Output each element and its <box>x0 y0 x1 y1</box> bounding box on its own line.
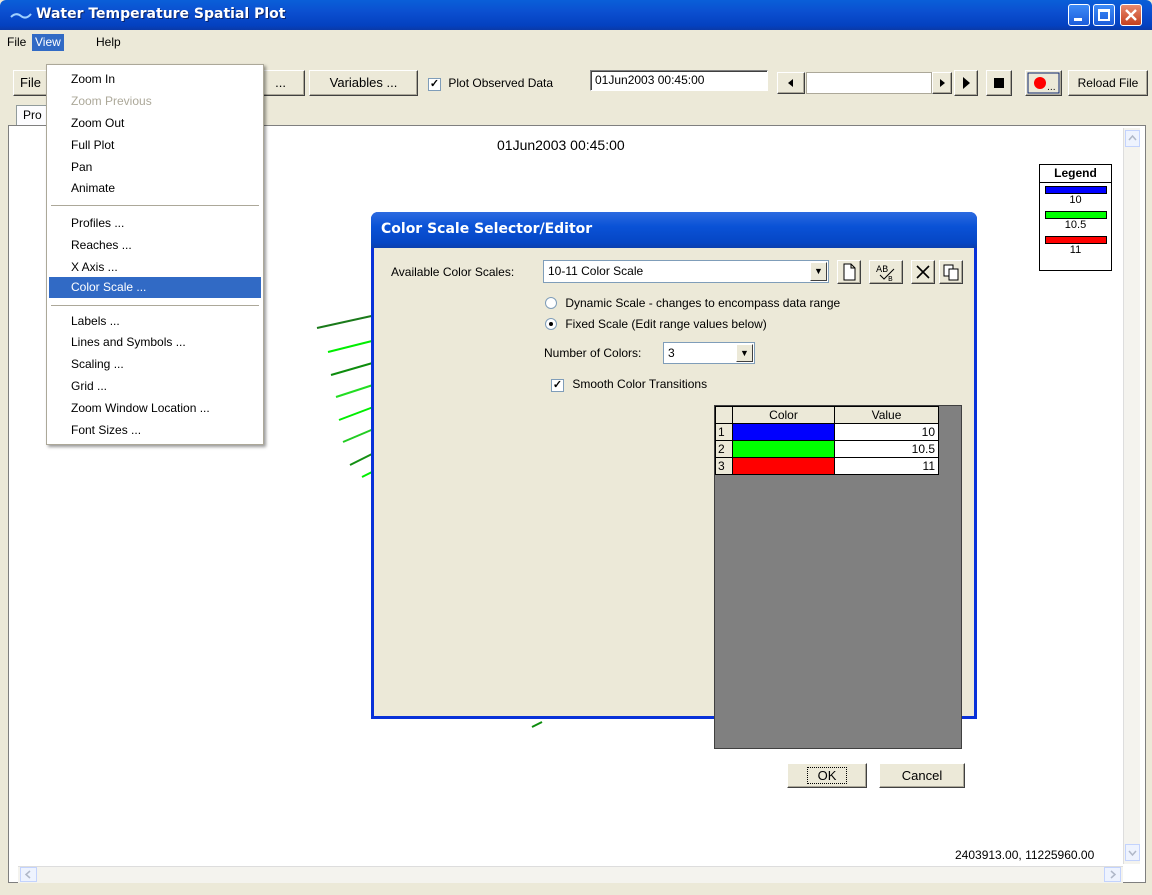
fixed-scale-label: Fixed Scale (Edit range values below) <box>565 317 767 331</box>
legend-value: 11 <box>1069 244 1082 256</box>
horizontal-scrollbar[interactable] <box>18 866 1123 883</box>
scroll-right-button[interactable] <box>1104 867 1121 882</box>
menu-item-color-scale[interactable]: Color Scale ... <box>49 277 261 298</box>
ok-label: OK <box>806 767 848 784</box>
chevron-down-icon: ▼ <box>736 344 753 362</box>
table-row: 1 10 <box>715 423 939 441</box>
color-value-table: Color Value 1 10 2 10.5 3 11 <box>715 406 939 475</box>
menu-item-profiles[interactable]: Profiles ... <box>49 213 261 234</box>
value-header: Value <box>834 406 939 424</box>
svg-text:AB: AB <box>876 265 888 275</box>
value-cell[interactable]: 10.5 <box>834 440 939 458</box>
menu-separator <box>51 305 259 306</box>
num-colors-value: 3 <box>668 346 675 360</box>
color-header: Color <box>732 406 835 424</box>
menu-item-scaling[interactable]: Scaling ... <box>49 354 261 375</box>
fixed-scale-radio[interactable]: Fixed Scale (Edit range values below) <box>545 317 767 331</box>
row-index: 2 <box>715 440 733 458</box>
cancel-button[interactable]: Cancel <box>879 763 965 788</box>
num-colors-label: Number of Colors: <box>544 346 642 360</box>
table-row: 3 11 <box>715 457 939 475</box>
menu-item-zoom-out[interactable]: Zoom Out <box>49 113 261 134</box>
chevron-left-icon <box>24 870 31 879</box>
smooth-transitions-checkbox[interactable]: ✓ Smooth Color Transitions <box>551 377 707 392</box>
profile-line <box>316 314 377 329</box>
menu-item-x-axis[interactable]: X Axis ... <box>49 257 261 278</box>
ok-button[interactable]: OK <box>787 763 867 788</box>
chevron-up-icon <box>1128 134 1137 141</box>
legend-entry: 11 <box>1040 236 1111 258</box>
smooth-check-icon: ✓ <box>551 379 564 392</box>
color-cell[interactable] <box>732 423 835 441</box>
chevron-right-icon <box>1110 870 1117 879</box>
new-scale-button[interactable] <box>837 260 861 284</box>
legend-swatch <box>1044 186 1107 194</box>
radio-icon <box>545 297 557 309</box>
scroll-left-button[interactable] <box>20 867 37 882</box>
menu-item-grid[interactable]: Grid ... <box>49 376 261 397</box>
svg-text:B: B <box>888 275 893 283</box>
copy-scale-button[interactable] <box>939 260 963 284</box>
dialog-title: Color Scale Selector/Editor <box>371 212 977 248</box>
cursor-coordinates: 2403913.00, 11225960.00 <box>955 848 1095 862</box>
available-scales-value: 10-11 Color Scale <box>548 264 644 278</box>
delete-x-icon <box>916 265 930 279</box>
rename-scale-button[interactable]: AB B <box>869 260 903 284</box>
color-cell[interactable] <box>732 457 835 475</box>
delete-scale-button[interactable] <box>911 260 935 284</box>
legend-value: 10 <box>1069 194 1082 206</box>
menu-item-pan[interactable]: Pan <box>49 157 261 178</box>
num-colors-select[interactable]: 3 ▼ <box>663 342 755 364</box>
scroll-down-button[interactable] <box>1125 844 1140 861</box>
view-menu-dropdown: Zoom In Zoom Previous Zoom Out Full Plot… <box>46 64 264 445</box>
table-header-row: Color Value <box>715 406 939 424</box>
menu-separator <box>51 205 259 206</box>
profile-line <box>531 721 543 728</box>
menu-item-lines-and-symbols[interactable]: Lines and Symbols ... <box>49 332 261 353</box>
profile-line <box>330 361 377 376</box>
chevron-down-icon: ▼ <box>810 262 827 281</box>
available-scales-select[interactable]: 10-11 Color Scale ▼ <box>543 260 829 283</box>
legend-swatch <box>1044 211 1107 219</box>
value-cell[interactable]: 10 <box>834 423 939 441</box>
color-table[interactable]: Color Value 1 10 2 10.5 3 11 <box>714 405 962 749</box>
available-scales-label: Available Color Scales: <box>391 265 515 279</box>
profile-line <box>335 383 377 398</box>
rename-icon: ABB <box>876 265 895 283</box>
table-row: 2 10.5 <box>715 440 939 458</box>
menu-item-labels[interactable]: Labels ... <box>49 311 261 332</box>
row-index: 1 <box>715 423 733 441</box>
row-index: 3 <box>715 457 733 475</box>
menu-item-zoom-previous: Zoom Previous <box>71 94 152 108</box>
radio-selected-icon <box>545 318 557 330</box>
profile-line <box>327 339 377 353</box>
legend-value: 10.5 <box>1064 219 1087 231</box>
cancel-label: Cancel <box>901 768 943 783</box>
legend-title: Legend <box>1040 165 1111 183</box>
scroll-up-button[interactable] <box>1125 130 1140 147</box>
new-document-icon <box>843 263 856 281</box>
smooth-transitions-label: Smooth Color Transitions <box>572 377 708 391</box>
legend: Legend 10 10.5 11 <box>1039 164 1112 271</box>
chevron-down-icon <box>1128 850 1137 857</box>
dynamic-scale-radio[interactable]: Dynamic Scale - changes to encompass dat… <box>545 296 840 310</box>
menu-item-animate[interactable]: Animate <box>49 178 261 199</box>
corner-cell <box>715 406 733 424</box>
copy-icon <box>943 264 959 281</box>
color-cell[interactable] <box>732 440 835 458</box>
value-cell[interactable]: 11 <box>834 457 939 475</box>
legend-entry: 10.5 <box>1040 211 1111 233</box>
menu-item-reaches[interactable]: Reaches ... <box>49 235 261 256</box>
plot-title: 01Jun2003 00:45:00 <box>497 137 625 153</box>
menu-item-full-plot[interactable]: Full Plot <box>49 135 261 156</box>
legend-swatch <box>1044 236 1107 244</box>
legend-entry: 10 <box>1040 186 1111 208</box>
vertical-scrollbar[interactable] <box>1123 128 1140 864</box>
dynamic-scale-label: Dynamic Scale - changes to encompass dat… <box>565 296 841 310</box>
menu-item-zoom-in[interactable]: Zoom In <box>49 69 261 90</box>
menu-item-zoom-window-location[interactable]: Zoom Window Location ... <box>49 398 261 419</box>
menu-item-font-sizes[interactable]: Font Sizes ... <box>49 420 261 441</box>
